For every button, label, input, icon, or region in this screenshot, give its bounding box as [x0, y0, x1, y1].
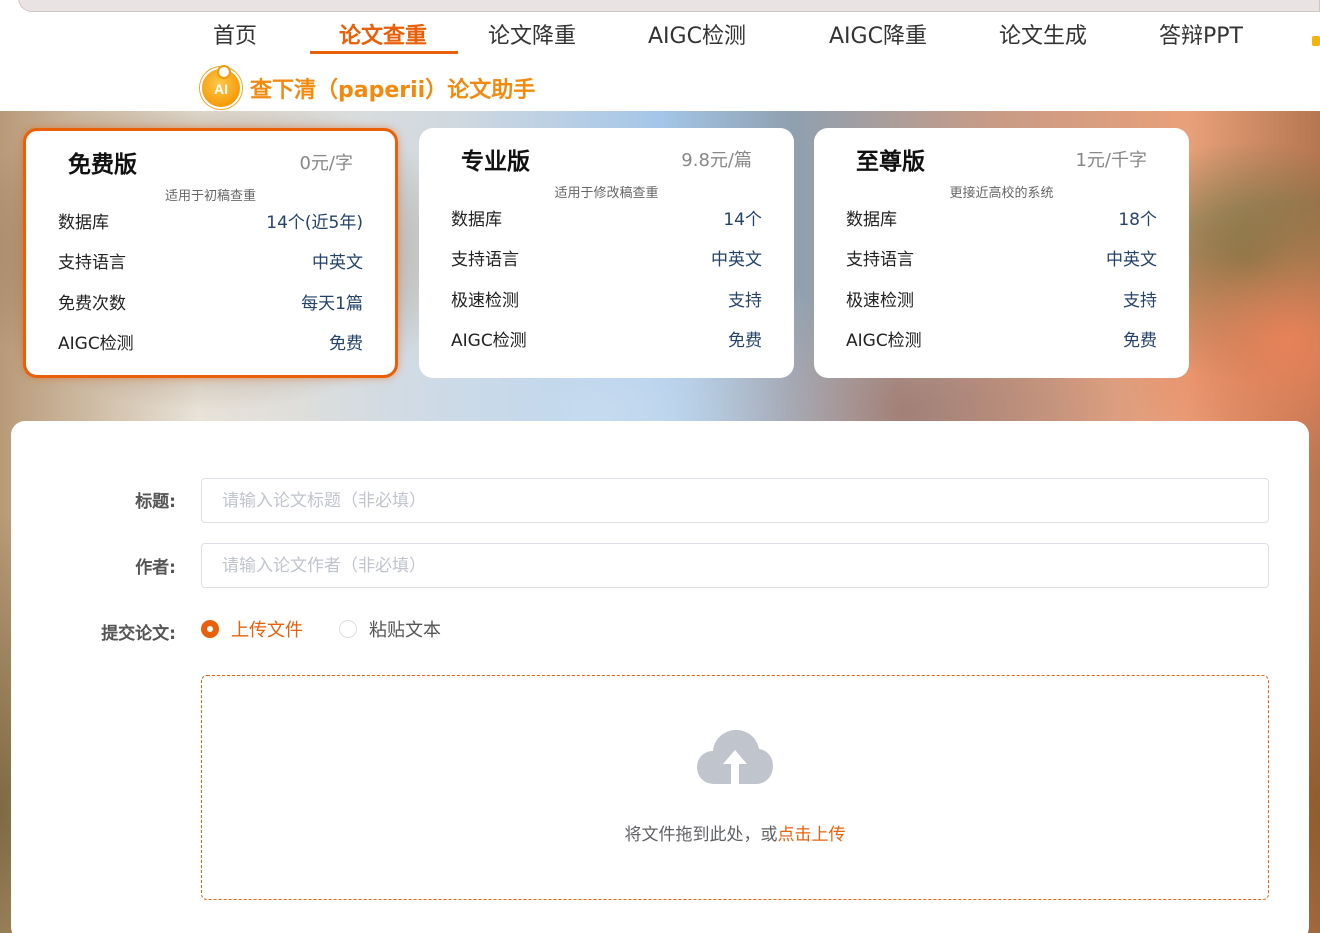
plan-row-value: 支持 [728, 291, 762, 311]
plan-price: 1元/千字 [1075, 150, 1147, 171]
plan-row-value: 中英文 [312, 253, 363, 273]
plan-row-value: 中英文 [711, 250, 762, 270]
plan-subtitle: 适用于修改稿查重 [554, 186, 659, 201]
plan-row-value: 免费 [329, 334, 363, 354]
plan-row: AIGC检测 免费 [58, 329, 363, 354]
plan-card-pro[interactable]: 专业版 9.8元/篇 适用于修改稿查重 数据库 14个 支持语言 中英文 极速检测 支… [419, 128, 794, 378]
browser-top-strip [0, 0, 1320, 14]
browser-tab-remnant [18, 0, 1320, 12]
radio-label: 粘贴文本 [369, 620, 441, 641]
plan-row-value: 每天1篇 [301, 294, 363, 314]
plan-row: 免费次数 每天1篇 [58, 289, 363, 314]
plan-row: 极速检测 支持 [451, 286, 762, 311]
click-upload-link[interactable]: 点击上传 [778, 825, 846, 845]
plan-row-key: 数据库 [846, 210, 897, 230]
plan-price: 9.8元/篇 [681, 150, 752, 171]
plan-row-value: 中英文 [1106, 250, 1157, 270]
plan-row: 支持语言 中英文 [451, 245, 762, 270]
plan-subtitle: 更接近高校的系统 [949, 186, 1054, 201]
plan-name: 免费版 [68, 152, 137, 178]
plan-row-value: 14个 [723, 210, 762, 230]
cloud-upload-icon [697, 730, 773, 784]
author-input[interactable] [201, 543, 1269, 588]
plan-row: 支持语言 中英文 [846, 245, 1157, 270]
plan-card-free[interactable]: 免费版 0元/字 适用于初稿查重 数据库 14个(近5年) 支持语言 中英文 免费次… [23, 128, 398, 378]
plan-row: 极速检测 支持 [846, 286, 1157, 311]
nav-item-aigc-rewrite[interactable]: AIGC降重 [829, 18, 927, 50]
plan-row-key: AIGC检测 [58, 334, 134, 354]
ai-logo-icon: AI [200, 65, 242, 109]
plan-row-value: 免费 [728, 331, 762, 351]
plan-row-value: 免费 [1123, 331, 1157, 351]
plan-card-ultimate[interactable]: 至尊版 1元/千字 更接近高校的系统 数据库 18个 支持语言 中英文 极速检测 支持… [814, 128, 1189, 378]
upload-hint-text: 将文件拖到此处，或 [624, 825, 778, 845]
plan-row-key: 支持语言 [451, 250, 519, 270]
logo-text: AI [214, 81, 228, 97]
radio-paste-text[interactable]: 粘贴文本 [339, 616, 441, 642]
plan-row: AIGC检测 免费 [451, 326, 762, 351]
brand-name: 查下清（paperii）论文助手 [250, 78, 536, 103]
title-input[interactable] [201, 478, 1269, 523]
plan-row-value: 14个(近5年) [266, 213, 363, 233]
main-nav: 首页 论文查重 论文降重 AIGC检测 AIGC降重 论文生成 答辩PPT [0, 14, 1320, 60]
radio-upload-file[interactable]: 上传文件 [201, 616, 303, 642]
plan-row-key: 数据库 [451, 210, 502, 230]
plan-row-key: AIGC检测 [846, 331, 922, 351]
nav-item-paper-generate[interactable]: 论文生成 [999, 18, 1087, 50]
radio-label: 上传文件 [231, 620, 303, 641]
radio-unchecked-icon [339, 620, 357, 638]
plan-row-key: AIGC检测 [451, 331, 527, 351]
plan-row-key: 免费次数 [58, 294, 126, 314]
brand[interactable]: AI 查下清（paperii）论文助手 [200, 65, 536, 110]
plan-name: 至尊版 [856, 149, 925, 175]
plan-row-key: 支持语言 [846, 250, 914, 270]
plan-row: 支持语言 中英文 [58, 248, 363, 273]
nav-active-underline [310, 51, 458, 54]
plan-row: AIGC检测 免费 [846, 326, 1157, 351]
plan-row-key: 数据库 [58, 213, 109, 233]
plan-row: 数据库 14个(近5年) [58, 208, 363, 233]
nav-overflow-icon[interactable] [1312, 36, 1320, 46]
nav-item-aigc-detect[interactable]: AIGC检测 [648, 18, 746, 50]
plan-row-key: 支持语言 [58, 253, 126, 273]
nav-item-plagiarism-check[interactable]: 论文查重 [339, 18, 427, 50]
upload-dropzone[interactable]: 将文件拖到此处，或点击上传 [201, 675, 1269, 900]
title-label: 标题: [135, 492, 176, 512]
plan-row-key: 极速检测 [846, 291, 914, 311]
plan-name: 专业版 [461, 149, 530, 175]
plan-row: 数据库 18个 [846, 205, 1157, 230]
nav-item-defense-ppt[interactable]: 答辩PPT [1159, 18, 1243, 50]
author-label: 作者: [135, 558, 176, 578]
plan-subtitle: 适用于初稿查重 [164, 189, 256, 204]
nav-item-home[interactable]: 首页 [213, 18, 257, 50]
radio-checked-icon [201, 620, 219, 638]
plan-row: 数据库 14个 [451, 205, 762, 230]
plan-row-key: 极速检测 [451, 291, 519, 311]
plan-price: 0元/字 [299, 153, 353, 174]
submit-paper-label: 提交论文: [101, 624, 176, 644]
plan-row-value: 支持 [1123, 291, 1157, 311]
upload-hint: 将文件拖到此处，或点击上传 [202, 820, 1268, 845]
nav-item-rewrite[interactable]: 论文降重 [488, 18, 576, 50]
plan-row-value: 18个 [1118, 210, 1157, 230]
